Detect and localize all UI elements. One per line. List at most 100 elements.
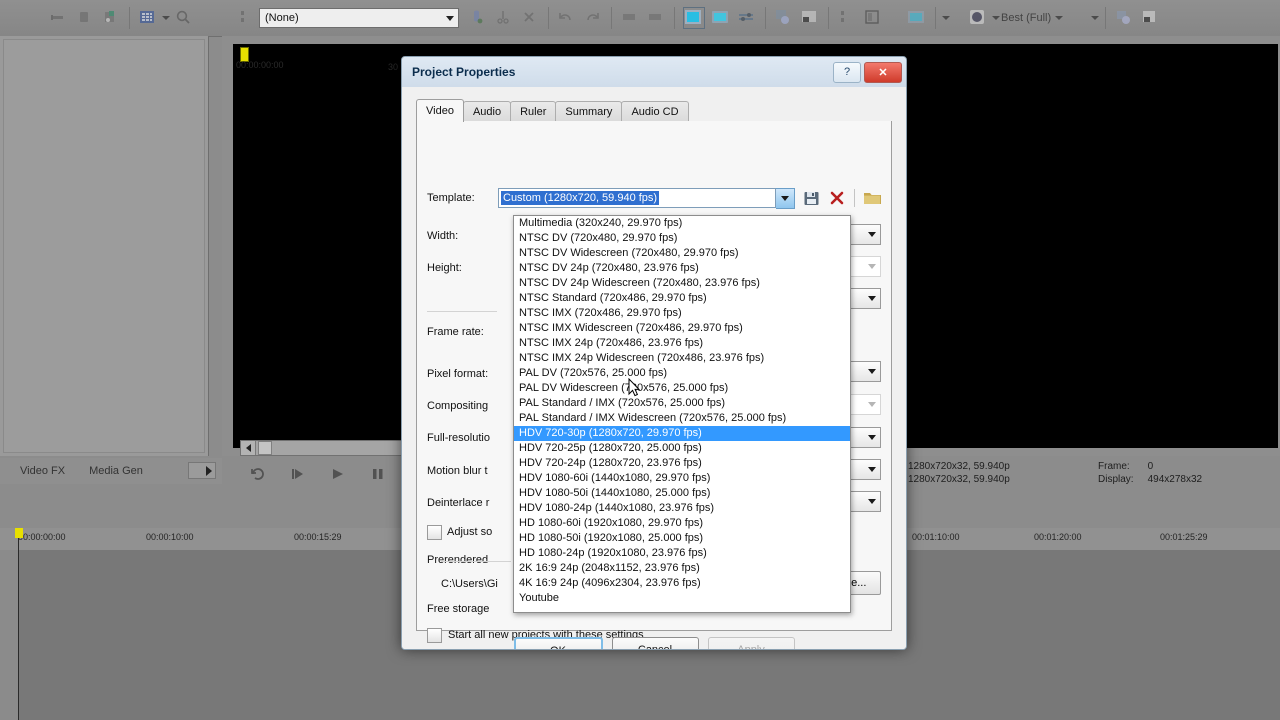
list-item[interactable]: HDV 1080-60i (1440x1080, 29.970 fps)	[514, 471, 850, 486]
list-item[interactable]: PAL DV Widescreen (720x576, 25.000 fps)	[514, 381, 850, 396]
project-properties-dialog[interactable]: Project Properties ? ✕ Video Audio Ruler…	[401, 56, 907, 650]
adjust-source-checkbox[interactable]	[427, 525, 442, 540]
zoom-in-icon[interactable]	[646, 8, 666, 28]
preview-format-line: 1280x720x32, 59.940p	[908, 473, 1098, 486]
list-item[interactable]: NTSC IMX 24p Widescreen (720x486, 23.976…	[514, 351, 850, 366]
project-template-combo[interactable]: (None)	[259, 8, 459, 28]
timeline-playhead[interactable]	[18, 528, 19, 720]
tab-scroll-right-icon[interactable]	[188, 462, 216, 479]
ruler-tick: 00:00:10:00	[146, 532, 194, 542]
save-project-icon[interactable]	[101, 8, 121, 28]
list-item[interactable]: PAL DV (720x576, 25.000 fps)	[514, 366, 850, 381]
list-item[interactable]: NTSC IMX 24p (720x486, 23.976 fps)	[514, 336, 850, 351]
list-item[interactable]: NTSC IMX (720x486, 29.970 fps)	[514, 306, 850, 321]
explorer-icon[interactable]	[863, 8, 883, 28]
help-button[interactable]: ?	[833, 62, 861, 83]
tab-video[interactable]: Video	[416, 99, 464, 122]
list-item[interactable]: HDV 720-24p (1280x720, 23.976 fps)	[514, 456, 850, 471]
loop-playback-icon[interactable]	[248, 464, 268, 484]
bypass-fx-icon[interactable]	[1114, 8, 1134, 28]
list-item[interactable]: 2K 16:9 24p (2048x1152, 23.976 fps)	[514, 561, 850, 576]
zoom-edit-tool-icon[interactable]	[236, 8, 256, 28]
video-preview-icon[interactable]	[683, 7, 705, 29]
tab-summary[interactable]: Summary	[555, 101, 622, 122]
chevron-down-icon[interactable]	[161, 8, 171, 28]
new-project-icon[interactable]	[49, 8, 69, 28]
list-item[interactable]: HDV 1080-50i (1440x1080, 25.000 fps)	[514, 486, 850, 501]
cancel-button[interactable]: Cancel	[612, 637, 699, 650]
tab-ruler[interactable]: Ruler	[510, 101, 556, 122]
scrollbar-thumb[interactable]	[258, 441, 272, 455]
video-output-surface[interactable]	[900, 44, 1278, 448]
template-input[interactable]: Custom (1280x720, 59.940 fps)	[498, 188, 776, 208]
list-item[interactable]: NTSC IMX Widescreen (720x486, 29.970 fps…	[514, 321, 850, 336]
list-item[interactable]: HDV 720-25p (1280x720, 25.000 fps)	[514, 441, 850, 456]
preview-window-icon[interactable]	[907, 8, 927, 28]
scroll-left-icon[interactable]	[241, 441, 256, 455]
preview-quality-combo[interactable]: Best (Full)	[1001, 8, 1064, 28]
pixel-format-label: Pixel format:	[427, 368, 488, 380]
display-value: 494x278x32	[1148, 473, 1203, 486]
burn-disc-icon[interactable]	[800, 8, 820, 28]
media-manager-icon[interactable]	[837, 8, 857, 28]
audio-meter-icon[interactable]	[737, 8, 757, 28]
pause-icon[interactable]	[368, 464, 388, 484]
loop-region-icon[interactable]	[1140, 8, 1160, 28]
ok-button[interactable]: OK	[514, 637, 603, 650]
timeline-track-headers[interactable]	[0, 550, 19, 720]
tab-audio[interactable]: Audio	[463, 101, 511, 122]
toolbar-separator	[1105, 7, 1106, 29]
chevron-down-icon[interactable]	[941, 8, 951, 28]
tab-video-fx[interactable]: Video FX	[20, 465, 65, 477]
close-button[interactable]: ✕	[864, 62, 902, 83]
delete-template-icon[interactable]	[827, 188, 849, 209]
open-project-icon[interactable]	[75, 8, 95, 28]
enable-snapping-icon[interactable]	[468, 8, 488, 28]
apply-button[interactable]: Apply	[708, 637, 795, 650]
play-from-start-icon[interactable]	[288, 464, 308, 484]
undo-icon[interactable]	[557, 8, 577, 28]
video-tab-panel: Template: Custom (1280x720, 59.940 fps) …	[416, 121, 892, 631]
list-item[interactable]: HD 1080-24p (1920x1080, 23.976 fps)	[514, 546, 850, 561]
chevron-down-icon[interactable]	[1054, 8, 1064, 28]
render-icon[interactable]	[774, 8, 794, 28]
list-item[interactable]: NTSC DV 24p (720x480, 23.976 fps)	[514, 261, 850, 276]
save-template-icon[interactable]	[801, 188, 823, 209]
frame-label: Frame:	[1098, 460, 1134, 473]
list-item[interactable]: Youtube	[514, 591, 850, 606]
list-item[interactable]: NTSC Standard (720x486, 29.970 fps)	[514, 291, 850, 306]
chevron-down-icon[interactable]	[442, 9, 458, 27]
mouse-cursor-icon	[628, 378, 642, 398]
zoom-out-icon[interactable]	[620, 8, 640, 28]
tab-audio-cd[interactable]: Audio CD	[621, 101, 688, 122]
list-item[interactable]: NTSC DV Widescreen (720x480, 29.970 fps)	[514, 246, 850, 261]
full-resolution-label: Full-resolutio	[427, 432, 490, 444]
video-output-icon[interactable]	[711, 8, 731, 28]
list-item[interactable]: HDV 1080-24p (1440x1080, 23.976 fps)	[514, 501, 850, 516]
list-item[interactable]: PAL Standard / IMX (720x576, 25.000 fps)	[514, 396, 850, 411]
list-item[interactable]: NTSC DV 24p Widescreen (720x480, 23.976 …	[514, 276, 850, 291]
chevron-down-icon[interactable]	[991, 8, 1001, 28]
timeline-playhead-handle[interactable]	[15, 528, 23, 538]
properties-icon[interactable]	[138, 8, 158, 28]
mute-icon[interactable]	[968, 8, 988, 28]
open-folder-icon[interactable]	[861, 188, 883, 209]
list-item-selected[interactable]: HDV 720-30p (1280x720, 29.970 fps)	[514, 426, 850, 441]
list-item[interactable]: PAL Standard / IMX Widescreen (720x576, …	[514, 411, 850, 426]
template-dropdown-toggle[interactable]	[776, 188, 795, 209]
dialog-title-bar[interactable]: Project Properties ? ✕	[402, 57, 906, 88]
search-icon[interactable]	[174, 8, 194, 28]
template-dropdown-list[interactable]: Multimedia (320x240, 29.970 fps) NTSC DV…	[513, 215, 851, 613]
tab-media-generators[interactable]: Media Gen	[89, 465, 143, 477]
list-item[interactable]: HD 1080-50i (1920x1080, 25.000 fps)	[514, 531, 850, 546]
play-icon[interactable]	[328, 464, 348, 484]
chevron-down-icon[interactable]	[1090, 8, 1100, 28]
redo-icon[interactable]	[583, 8, 603, 28]
cut-icon[interactable]	[494, 8, 514, 28]
list-item[interactable]: NTSC DV (720x480, 29.970 fps)	[514, 231, 850, 246]
left-dock-content	[3, 39, 205, 453]
list-item[interactable]: HD 1080-60i (1920x1080, 29.970 fps)	[514, 516, 850, 531]
list-item[interactable]: 4K 16:9 24p (4096x2304, 23.976 fps)	[514, 576, 850, 591]
list-item[interactable]: Multimedia (320x240, 29.970 fps)	[514, 216, 850, 231]
delete-icon[interactable]	[520, 8, 540, 28]
